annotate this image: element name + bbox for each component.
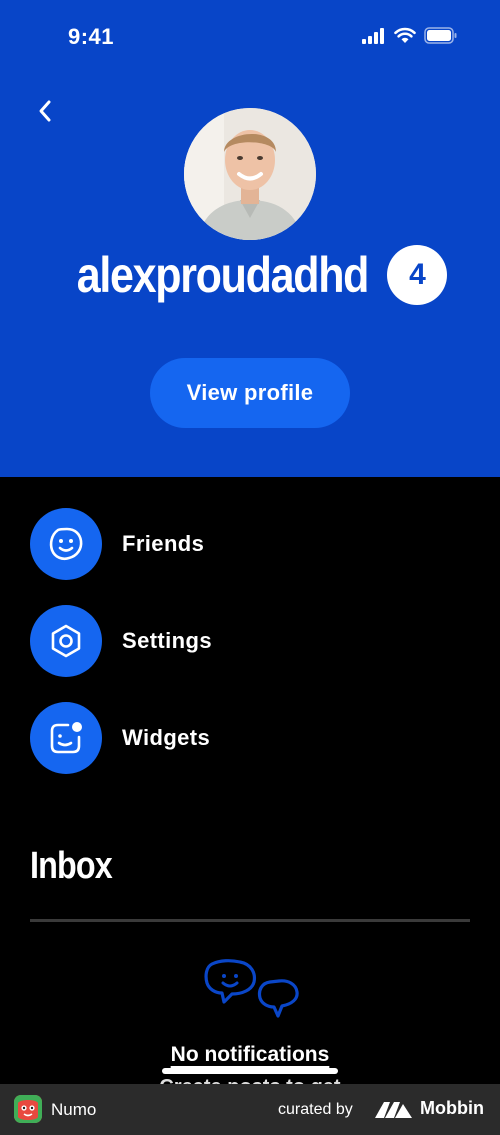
- avatar-photo: [184, 108, 316, 240]
- home-indicator: [162, 1068, 338, 1074]
- avatar: [184, 108, 316, 240]
- footer-app-name: Numo: [51, 1100, 97, 1119]
- mobbin-logo-icon: [375, 1102, 412, 1118]
- inbox-title: Inbox: [30, 845, 113, 887]
- status-icons: [362, 27, 458, 44]
- smiley-icon: [30, 508, 102, 580]
- menu-item-friends[interactable]: Friends: [30, 508, 470, 580]
- streak-badge: 4: [387, 245, 448, 305]
- chevron-left-icon: [39, 100, 51, 122]
- footer-brand: Mobbin: [420, 1098, 484, 1118]
- footer-bar: Numo curated by Mobbin: [0, 1084, 500, 1135]
- footer-curated-by: curated by: [278, 1101, 353, 1118]
- divider: [30, 919, 470, 922]
- username-row: alexproudadhd 4: [0, 240, 500, 310]
- menu-list: Friends Settings Widgets: [30, 508, 470, 799]
- app-icon: [14, 1095, 42, 1123]
- menu-item-settings[interactable]: Settings: [30, 605, 470, 677]
- gear-icon: [30, 605, 102, 677]
- battery-icon: [424, 27, 457, 44]
- status-bar: 9:41: [0, 0, 500, 72]
- menu-item-label: Widgets: [122, 725, 211, 750]
- menu-item-label: Friends: [122, 531, 205, 556]
- wifi-icon: [394, 27, 416, 43]
- status-time: 9:41: [68, 24, 115, 49]
- view-profile-button[interactable]: View profile: [150, 358, 350, 428]
- username: alexproudadhd: [76, 247, 369, 303]
- cellular-signal-icon: [362, 27, 384, 44]
- empty-state-title: No notifications: [170, 1043, 330, 1066]
- widget-icon: [30, 702, 102, 774]
- menu-item-label: Settings: [122, 628, 212, 653]
- menu-item-widgets[interactable]: Widgets: [30, 702, 470, 774]
- back-button[interactable]: [30, 94, 60, 128]
- chat-bubbles-icon: [204, 959, 299, 1018]
